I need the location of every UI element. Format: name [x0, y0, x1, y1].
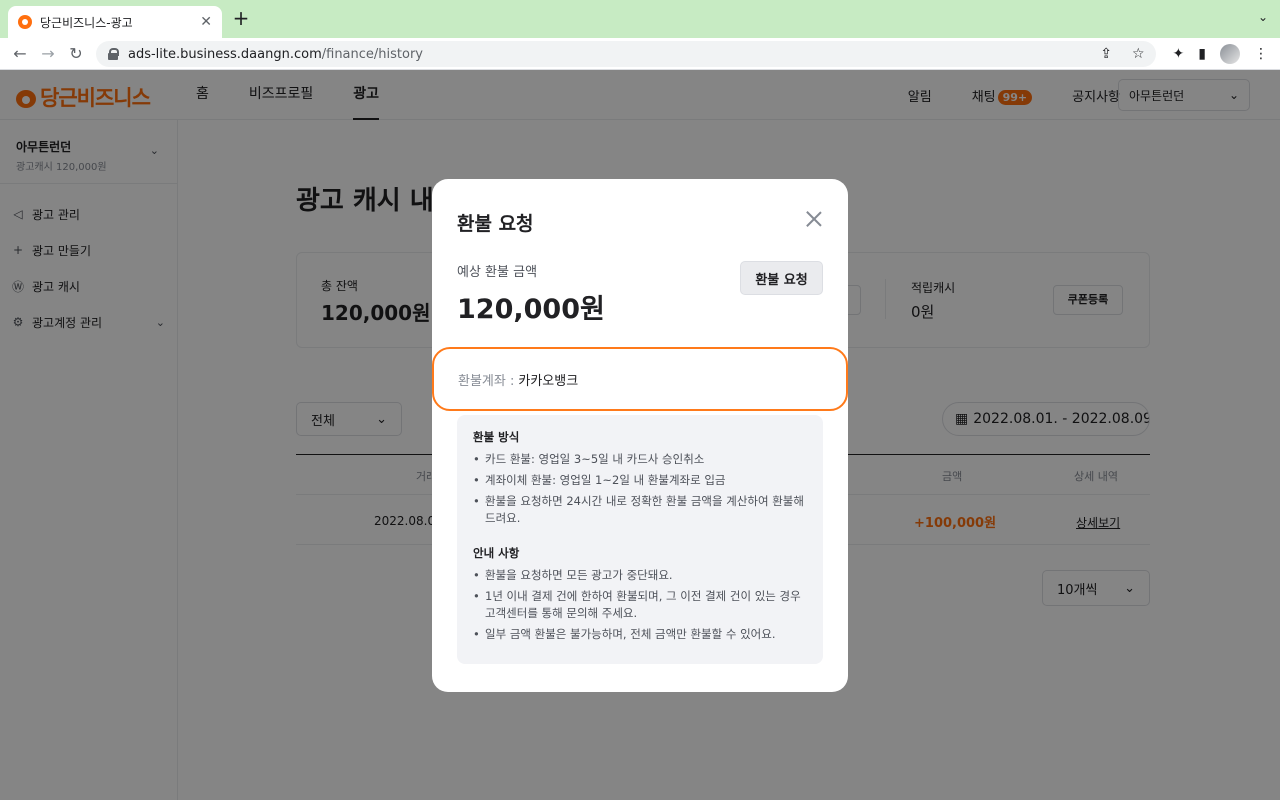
reload-icon[interactable]: ↻: [64, 42, 88, 66]
refund-account-value: 카카오뱅크: [518, 373, 579, 389]
estimated-refund-value: 120,000원: [457, 294, 605, 325]
list-item: 환불을 요청하면 모든 광고가 중단돼요.: [473, 567, 807, 584]
lock-icon: [108, 48, 119, 60]
refund-info-box: 환불 방식 카드 환불: 영업일 3~5일 내 카드사 승인취소 계좌이체 환불…: [457, 415, 823, 664]
refund-request-modal: 환불 요청 예상 환불 금액 120,000원 환불 요청 환불계좌 : 카카오…: [432, 179, 848, 692]
bookmark-star-icon[interactable]: ☆: [1132, 46, 1145, 62]
tab-search-chevron-icon[interactable]: ⌄: [1258, 10, 1268, 24]
profile-avatar[interactable]: [1220, 44, 1240, 64]
list-item: 1년 이내 결제 건에 한하여 환불되며, 그 이전 결제 건이 있는 경우 고…: [473, 588, 807, 622]
list-item: 카드 환불: 영업일 3~5일 내 카드사 승인취소: [473, 451, 807, 468]
refund-account-label: 환불계좌 :: [458, 373, 515, 389]
tab-title: 당근비즈니스-광고: [40, 15, 133, 30]
forward-arrow-icon[interactable]: →: [36, 42, 60, 66]
extensions-icon[interactable]: ✦: [1173, 46, 1185, 62]
browser-tabbar: 당근비즈니스-광고 ✕ + ⌄: [0, 0, 1280, 38]
tab-close-icon[interactable]: ✕: [200, 14, 212, 30]
refund-request-button[interactable]: 환불 요청: [740, 261, 823, 295]
estimated-refund-label: 예상 환불 금액: [457, 265, 538, 280]
refund-account-row: 환불계좌 : 카카오뱅크: [432, 347, 848, 411]
address-bar[interactable]: ads-lite.business.daangn.com/finance/his…: [96, 41, 1156, 67]
share-icon[interactable]: ⇪: [1100, 46, 1112, 62]
browser-toolbar: ← → ↻ ads-lite.business.daangn.com/finan…: [0, 38, 1280, 70]
side-panel-icon[interactable]: ▮: [1198, 46, 1206, 62]
toolbar-actions: ⇪ ☆ ✦ ▮ ⋮: [1100, 44, 1268, 64]
list-item: 환불을 요청하면 24시간 내로 정확한 환불 금액을 계산하여 환불해 드려요…: [473, 493, 807, 527]
notice-title: 안내 사항: [473, 546, 520, 560]
new-tab-icon[interactable]: +: [230, 8, 252, 30]
notice-list: 환불을 요청하면 모든 광고가 중단돼요. 1년 이내 결제 건에 한하여 환불…: [473, 567, 807, 643]
close-icon[interactable]: [806, 211, 822, 227]
browser-tab[interactable]: 당근비즈니스-광고 ✕: [8, 6, 222, 38]
back-arrow-icon[interactable]: ←: [8, 42, 32, 66]
refund-method-list: 카드 환불: 영업일 3~5일 내 카드사 승인취소 계좌이체 환불: 영업일 …: [473, 451, 807, 527]
list-item: 일부 금액 환불은 불가능하며, 전체 금액만 환불할 수 있어요.: [473, 626, 807, 643]
url-text: ads-lite.business.daangn.com/finance/his…: [128, 46, 424, 62]
list-item: 계좌이체 환불: 영업일 1~2일 내 환불계좌로 입금: [473, 472, 807, 489]
modal-title: 환불 요청: [457, 213, 534, 235]
carrot-favicon-icon: [18, 15, 32, 29]
refund-method-title: 환불 방식: [473, 430, 520, 444]
browser-menu-icon[interactable]: ⋮: [1254, 46, 1268, 62]
